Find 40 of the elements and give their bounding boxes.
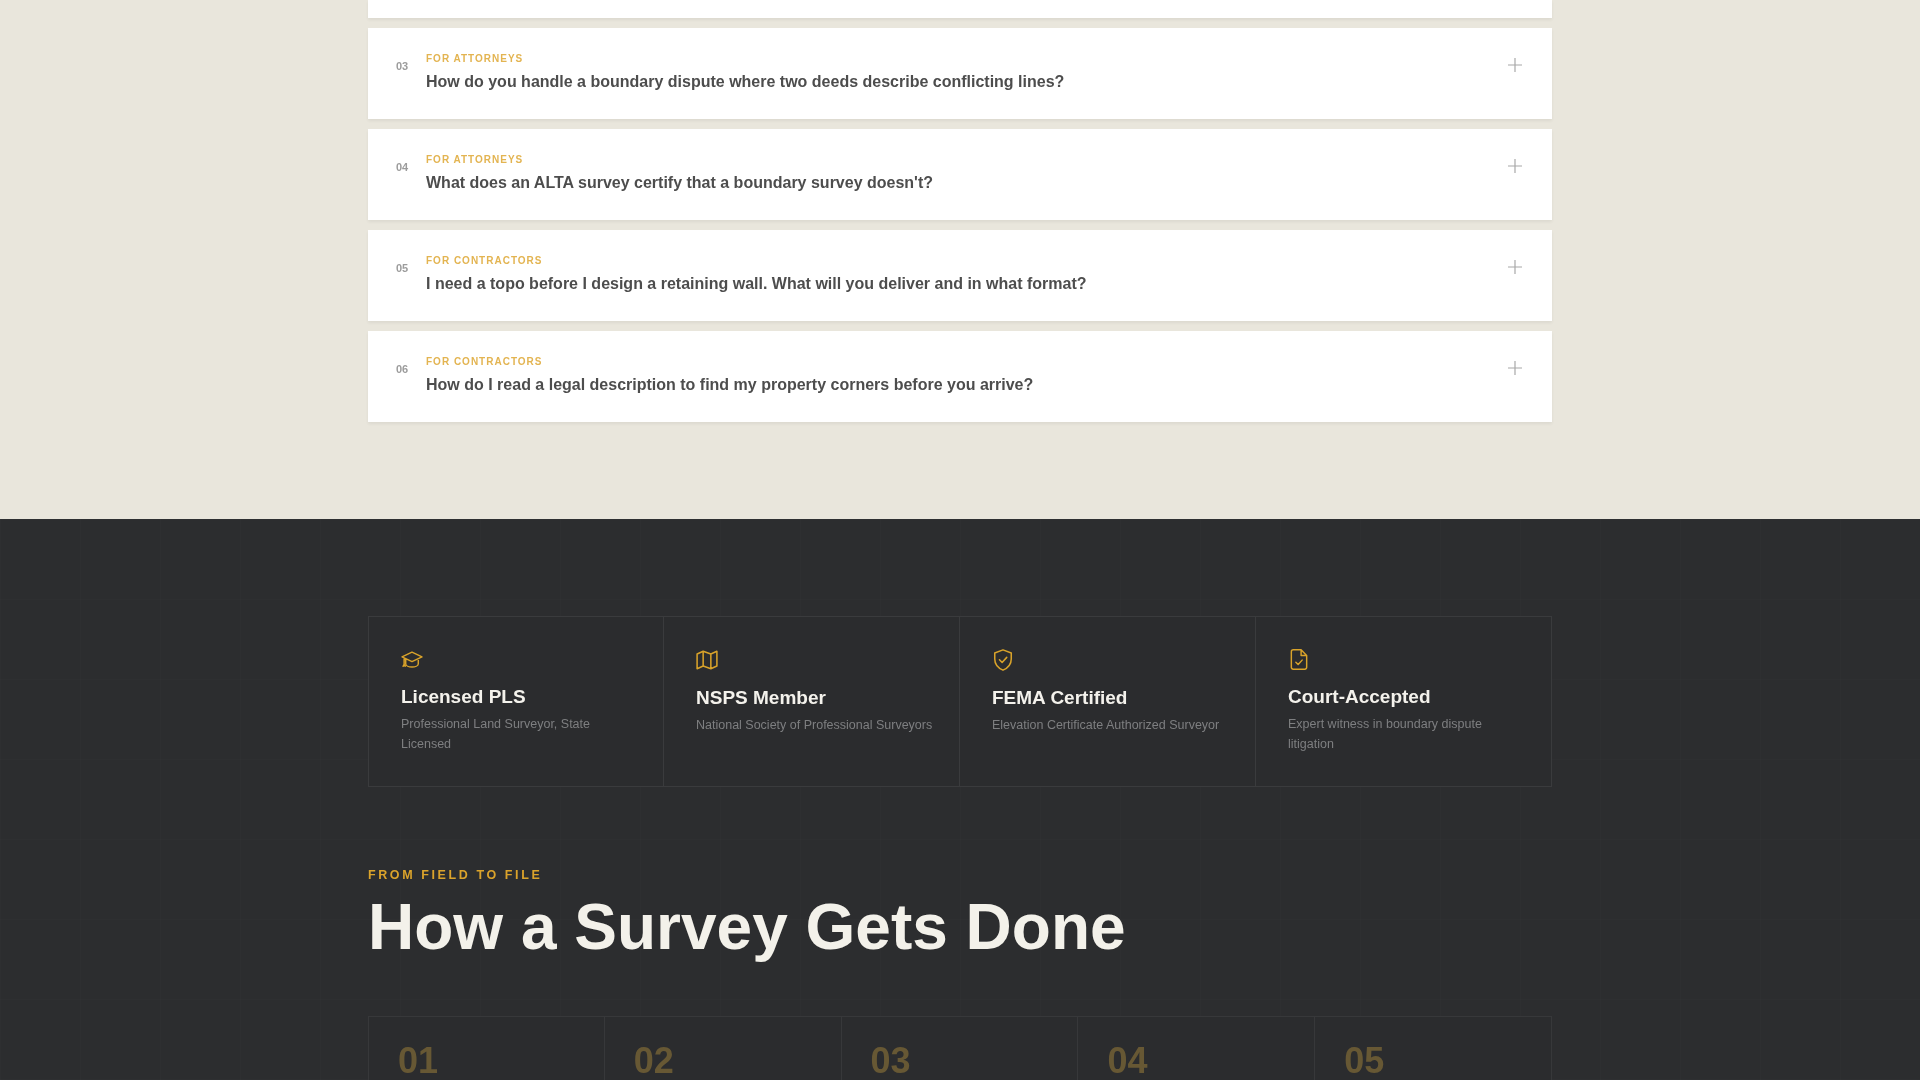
shield-check-icon xyxy=(992,649,1014,671)
faq-category: FOR CONTRACTORS xyxy=(426,254,543,268)
plus-icon[interactable] xyxy=(1508,58,1522,72)
faq-item[interactable]: 04 FOR ATTORNEYS What does an ALTA survey certify that a boundary survey doesn't? xyxy=(368,129,1552,220)
faq-question: What does an ALTA survey certify that a boundary survey doesn't? xyxy=(426,173,933,193)
plus-icon[interactable] xyxy=(1508,159,1522,173)
faq-number: 03 xyxy=(396,59,410,73)
credential-description: National Society of Professional Surveyors xyxy=(696,717,933,734)
section-eyebrow: FROM FIELD TO FILE xyxy=(368,867,543,883)
graduation-cap-icon xyxy=(401,649,423,670)
section-heading: How a Survey Gets Done xyxy=(368,891,1126,963)
plus-icon[interactable] xyxy=(1508,361,1522,375)
step-number: 02 xyxy=(633,1043,674,1079)
map-icon xyxy=(696,649,718,671)
faq-item[interactable]: 05 FOR CONTRACTORS I need a topo before I design a retaining wall. What will you deliver and in what format? xyxy=(368,230,1552,321)
step-number: 04 xyxy=(1107,1043,1148,1079)
credential-title: Licensed PLS xyxy=(401,685,526,709)
faq-item[interactable] xyxy=(368,0,1552,18)
faq-question: How do I read a legal description to find my property corners before you arrive? xyxy=(426,375,1034,395)
credential-description: Professional Land Surveyor, State Licensed xyxy=(401,716,591,753)
faq-category: FOR CONTRACTORS xyxy=(426,355,543,369)
credential-title: FEMA Certified xyxy=(992,686,1128,710)
step-number: 01 xyxy=(398,1043,439,1079)
faq-question: How do you handle a boundary dispute where two deeds describe conflicting lines? xyxy=(426,72,1065,92)
faq-item[interactable]: 06 FOR CONTRACTORS How do I read a legal description to find my property corners before you arrive? xyxy=(368,331,1552,422)
faq-number: 05 xyxy=(396,261,410,275)
credential-title: NSPS Member xyxy=(696,686,826,710)
credential-title: Court-Accepted xyxy=(1288,685,1431,709)
step-number: 03 xyxy=(870,1043,911,1079)
credential-description: Elevation Certificate Authorized Surveyor xyxy=(992,717,1220,734)
file-check-icon xyxy=(1288,649,1310,670)
step-number: 05 xyxy=(1344,1043,1385,1079)
faq-category: FOR ATTORNEYS xyxy=(426,153,524,167)
faq-question: I need a topo before I design a retaining wall. What will you deliver and in what format? xyxy=(426,274,1087,294)
faq-number: 04 xyxy=(396,160,410,174)
plus-icon[interactable] xyxy=(1508,260,1522,274)
credential-description: Expert witness in boundary dispute litigation xyxy=(1288,716,1483,753)
faq-item[interactable]: 03 FOR ATTORNEYS How do you handle a boundary dispute where two deeds describe conflicting lines? xyxy=(368,28,1552,119)
faq-number: 06 xyxy=(396,362,410,376)
faq-category: FOR ATTORNEYS xyxy=(426,52,524,66)
